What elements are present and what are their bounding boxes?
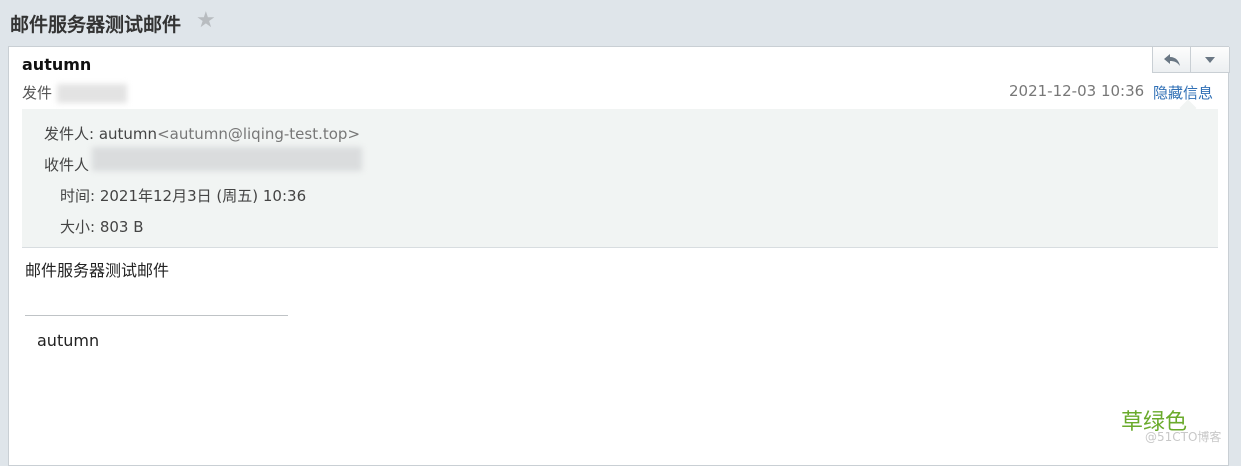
time-value: 2021年12月3日 (周五) 10:36 (99, 187, 307, 205)
more-actions-button[interactable] (1191, 47, 1230, 73)
size-value: 803 B (99, 218, 144, 236)
signature-divider (25, 315, 288, 316)
from-short-label: 发件 (22, 84, 53, 102)
mail-card: autumn 发件 2021-12-03 10:36 隐藏信息 发件人: aut… (8, 46, 1230, 466)
from-label: 发件人: (44, 125, 95, 143)
reply-button[interactable] (1152, 47, 1191, 73)
sender-name[interactable]: autumn (22, 55, 91, 74)
size-row: 大小: 803 B (60, 216, 144, 237)
reply-icon (1163, 53, 1180, 66)
subject-bar: 邮件服务器测试邮件 ★ (0, 0, 1241, 46)
redacted-recipients (92, 147, 362, 171)
from-row: 发件人: autumn<autumn@liqing-test.top> (44, 123, 360, 144)
time-label: 时间: (60, 187, 96, 205)
from-email[interactable]: <autumn@liqing-test.top> (157, 125, 360, 143)
mail-toolbar (1152, 47, 1230, 73)
to-row: 收件人 (44, 154, 89, 175)
signature-name: autumn (37, 331, 100, 350)
to-label: 收件人 (44, 156, 90, 174)
details-panel: 发件人: autumn<autumn@liqing-test.top> 收件人 … (22, 99, 1218, 248)
time-row: 时间: 2021年12月3日 (周五) 10:36 (60, 185, 306, 206)
hide-details-link[interactable]: 隐藏信息 (1153, 82, 1213, 103)
watermark-site: @51CTO博客 (1145, 430, 1222, 444)
dropdown-arrow-icon (1205, 56, 1215, 63)
mail-subject: 邮件服务器测试邮件 (10, 14, 182, 36)
mail-body: 邮件服务器测试邮件 (25, 261, 170, 280)
mail-date: 2021-12-03 10:36 (1009, 82, 1145, 100)
redacted-sender (57, 84, 127, 103)
from-name[interactable]: autumn (99, 125, 157, 143)
star-icon[interactable]: ★ (196, 8, 216, 33)
size-label: 大小: (60, 218, 96, 236)
